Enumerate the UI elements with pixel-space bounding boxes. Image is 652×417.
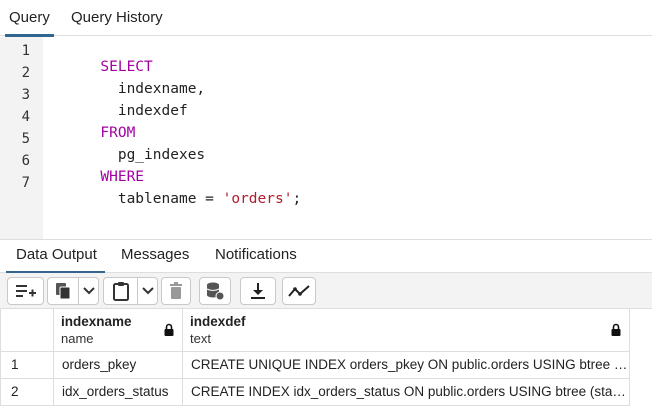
column-header-indexdef[interactable]: indexdef text [183, 309, 630, 352]
tab-data-output[interactable]: Data Output [6, 240, 105, 274]
save-data-icon [206, 282, 225, 301]
column-type: text [190, 331, 211, 346]
line-number: 3 [21, 87, 30, 103]
table-cell[interactable]: CREATE INDEX idx_orders_status ON public… [183, 379, 630, 406]
add-row-group [7, 277, 44, 305]
query-tabs: Query Query History [0, 0, 652, 37]
sql-punctuation: ; [292, 191, 302, 207]
download-group [240, 277, 276, 305]
paste-button[interactable] [104, 278, 137, 304]
sql-identifier: tablename = [100, 191, 223, 207]
line-number: 4 [21, 109, 30, 125]
tab-query[interactable]: Query [5, 0, 54, 37]
table-cell[interactable]: orders_pkey [54, 352, 183, 379]
tab-messages[interactable]: Messages [121, 240, 189, 272]
graph-icon [288, 285, 310, 297]
graph-group [282, 277, 316, 305]
copy-button[interactable] [48, 278, 78, 304]
result-grid: indexname name indexdef text 1 orders_pk… [0, 309, 652, 417]
chevron-down-icon [141, 287, 154, 295]
column-name: indexdef [190, 314, 246, 329]
tab-query-history[interactable]: Query History [71, 0, 163, 36]
line-number: 2 [21, 65, 30, 81]
row-number-header [0, 309, 54, 352]
tab-notifications[interactable]: Notifications [215, 240, 297, 272]
column-header-indexname[interactable]: indexname name [54, 309, 183, 352]
line-number: 5 [21, 131, 30, 147]
add-row-icon [15, 285, 36, 297]
delete-group [161, 277, 191, 305]
download-button[interactable] [241, 278, 275, 304]
table-cell[interactable]: CREATE UNIQUE INDEX orders_pkey ON publi… [183, 352, 630, 379]
save-data-group [199, 277, 231, 305]
row-number[interactable]: 1 [0, 352, 54, 379]
lock-icon [164, 323, 174, 336]
paste-icon [112, 282, 129, 301]
download-icon [251, 283, 265, 299]
save-data-button[interactable] [200, 278, 230, 304]
code-line: tablename = 'orders'; [48, 175, 301, 223]
table-cell[interactable]: idx_orders_status [54, 379, 183, 406]
copy-group [47, 277, 99, 305]
line-number: 6 [21, 153, 30, 169]
paste-options-dropdown[interactable] [137, 278, 157, 304]
column-name: indexname [61, 314, 132, 329]
result-tabs: Data Output Messages Notifications [0, 239, 652, 274]
line-number: 7 [21, 175, 30, 191]
copy-options-dropdown[interactable] [78, 278, 98, 304]
sql-string-literal: 'orders' [222, 191, 293, 207]
add-row-button[interactable] [8, 278, 43, 304]
sql-editor[interactable]: 1 2 3 4 5 6 7 SELECT indexname, indexdef… [0, 37, 652, 239]
row-number[interactable]: 2 [0, 379, 54, 406]
delete-icon [170, 282, 182, 299]
chevron-down-icon [82, 287, 95, 295]
line-number-gutter: 1 2 3 4 5 6 7 [0, 37, 43, 239]
graph-visualiser-button[interactable] [283, 278, 315, 304]
lock-icon [611, 323, 621, 336]
delete-button[interactable] [162, 278, 190, 304]
column-type: name [61, 331, 94, 346]
paste-group [103, 277, 158, 305]
data-output-toolbar [0, 273, 652, 309]
copy-icon [56, 283, 71, 300]
line-number: 1 [21, 43, 30, 59]
